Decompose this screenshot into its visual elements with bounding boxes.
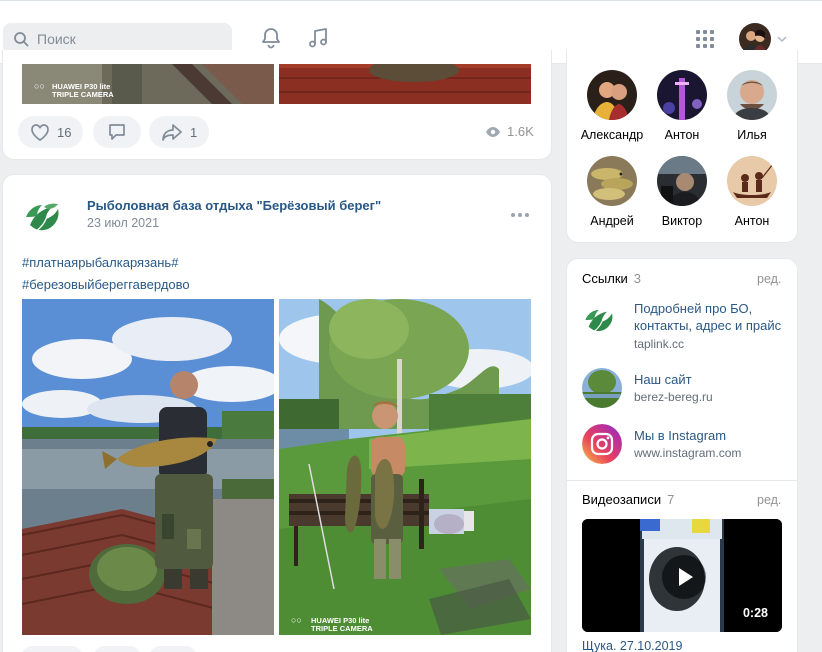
share-icon	[162, 124, 182, 141]
comment-icon	[109, 124, 125, 140]
music-icon[interactable]	[306, 26, 330, 50]
link-item[interactable]: Подробней про БО, контакты, адрес и прай…	[582, 300, 792, 354]
friend-item[interactable]: Александр	[572, 70, 652, 142]
post-date[interactable]: 23 июл 2021	[87, 216, 159, 230]
link-title[interactable]: Подробней про БО, контакты, адрес и прай…	[634, 300, 794, 334]
video-duration: 0:28	[742, 606, 768, 620]
link-item[interactable]: Наш сайт berez-bereg.ru	[582, 368, 792, 410]
post-photo-1[interactable]	[22, 299, 274, 635]
friend-name[interactable]: Илья	[712, 128, 792, 142]
like-button[interactable]: 16	[18, 116, 84, 148]
community-logo-icon	[582, 300, 622, 340]
instagram-icon	[582, 424, 622, 464]
friend-avatar[interactable]	[587, 70, 637, 120]
video-thumbnail[interactable]: 0:28	[582, 519, 782, 632]
previous-post-photo-1[interactable]: ○○ HUAWEI P30 lite TRIPLE CAMERA	[22, 64, 274, 104]
comment-button[interactable]	[94, 646, 140, 652]
friend-name[interactable]: Антон	[712, 214, 792, 228]
videos-header[interactable]: Видеозаписи 7	[582, 492, 674, 507]
community-logo[interactable]	[22, 193, 70, 241]
friend-item[interactable]: Илья	[712, 70, 792, 142]
previous-post-photo-2[interactable]	[279, 64, 531, 104]
friend-name[interactable]: Андрей	[572, 214, 652, 228]
post-author[interactable]: Рыболовная база отдыха "Берёзовый берег"	[87, 198, 381, 213]
photo-watermark: ○○ HUAWEI P30 lite TRIPLE CAMERA	[34, 81, 114, 99]
videos-edit-link[interactable]: ред.	[757, 493, 781, 507]
link-url: taplink.cc	[634, 337, 685, 351]
hashtag-link[interactable]: #платнаярыбалкарязань#	[22, 255, 178, 270]
friend-item[interactable]: Антон	[642, 70, 722, 142]
friend-name[interactable]: Александр	[572, 128, 652, 142]
photo-watermark: ○○ HUAWEI P30 lite TRIPLE CAMERA	[291, 615, 373, 633]
link-url: www.instagram.com	[634, 446, 742, 460]
friend-avatar[interactable]	[657, 156, 707, 206]
more-options-icon[interactable]	[510, 212, 530, 218]
link-title[interactable]: Наш сайт	[634, 371, 794, 388]
link-item[interactable]: Мы в Instagram www.instagram.com	[582, 424, 792, 466]
friend-name[interactable]: Антон	[642, 128, 722, 142]
links-edit-link[interactable]: ред.	[757, 272, 781, 286]
links-header[interactable]: Ссылки 3	[582, 271, 641, 286]
hashtag-link[interactable]: #березовыйбереггавердово	[22, 277, 190, 292]
videos-count: 7	[667, 492, 675, 507]
share-button[interactable]: 1	[149, 116, 210, 148]
eye-icon	[486, 126, 500, 137]
search-icon	[14, 32, 29, 47]
friend-item[interactable]: Виктор	[642, 156, 722, 228]
shares-count: 1	[190, 124, 198, 140]
heart-icon	[31, 124, 49, 141]
post-photo-2[interactable]: ○○ HUAWEI P30 lite TRIPLE CAMERA	[279, 299, 531, 635]
share-button[interactable]	[150, 646, 196, 652]
search-input[interactable]	[37, 31, 217, 47]
friend-avatar[interactable]	[727, 156, 777, 206]
views-counter: 1.6K	[485, 124, 534, 139]
friend-item[interactable]: Антон	[712, 156, 792, 228]
comment-button[interactable]	[93, 116, 141, 148]
bell-icon[interactable]	[259, 26, 283, 50]
play-icon	[679, 568, 693, 586]
likes-count: 16	[57, 124, 72, 140]
divider	[567, 480, 797, 481]
friend-avatar[interactable]	[587, 156, 637, 206]
friend-avatar[interactable]	[727, 70, 777, 120]
chevron-down-icon[interactable]	[776, 33, 788, 45]
apps-grid-icon[interactable]	[693, 27, 717, 51]
friend-item[interactable]: Андрей	[572, 156, 652, 228]
video-caption[interactable]: Щука. 27.10.2019	[582, 639, 682, 652]
play-button[interactable]	[662, 555, 706, 599]
post-text: #платнаярыбалкарязань# #березовыйберегга…	[22, 252, 190, 296]
links-count: 3	[633, 271, 642, 286]
friend-avatar[interactable]	[657, 70, 707, 120]
link-title[interactable]: Мы в Instagram	[634, 427, 794, 444]
like-button[interactable]	[22, 646, 82, 652]
website-thumbnail-icon	[582, 368, 622, 408]
friend-name[interactable]: Виктор	[642, 214, 722, 228]
link-url: berez-bereg.ru	[634, 390, 713, 404]
